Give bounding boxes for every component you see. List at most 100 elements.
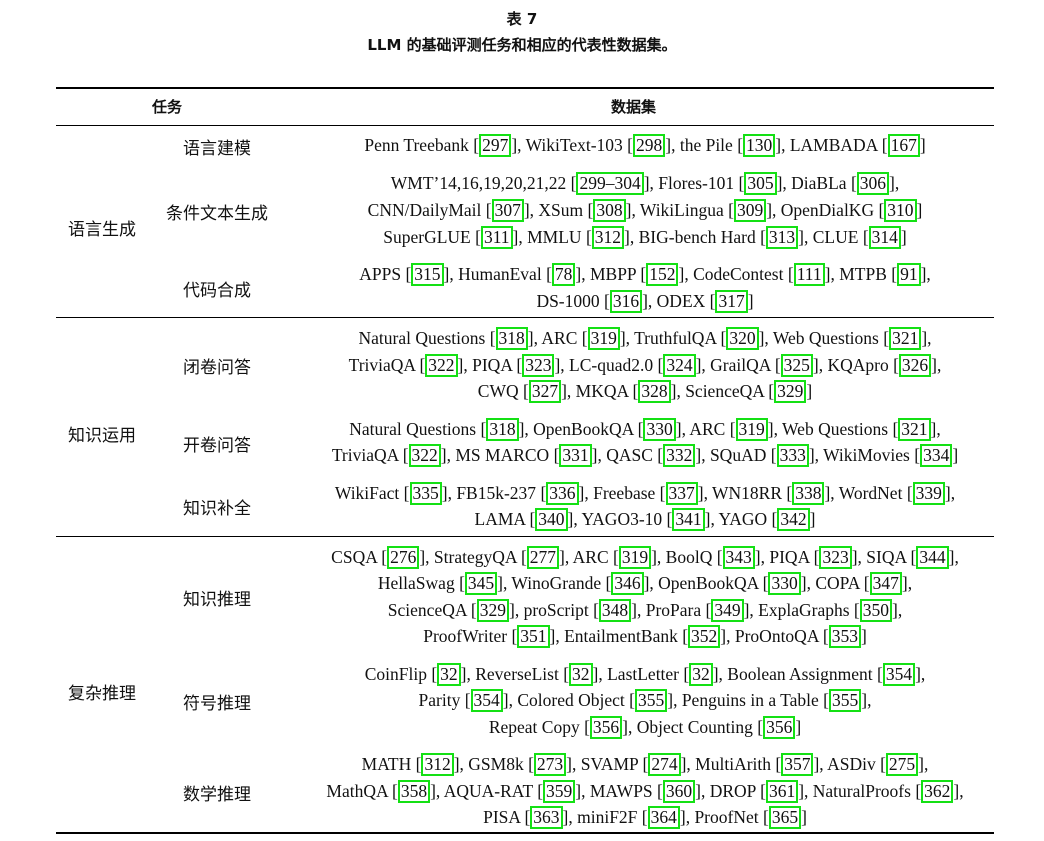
citation-link[interactable]: 309: [733, 199, 767, 222]
citation-link[interactable]: 299–304: [576, 172, 644, 195]
citation-link[interactable]: 312: [591, 226, 625, 249]
citation-link[interactable]: 333: [776, 444, 809, 467]
citation-link[interactable]: 152: [646, 263, 679, 286]
dataset-name: , CLUE: [804, 227, 863, 247]
citation-link[interactable]: 311: [480, 226, 513, 249]
citation-link[interactable]: 334: [920, 444, 953, 467]
citation-link[interactable]: 313: [765, 226, 799, 249]
citation-link[interactable]: 275: [885, 753, 919, 776]
citation-link[interactable]: 318: [486, 418, 519, 441]
citation-link[interactable]: 274: [648, 753, 681, 776]
citation-link[interactable]: 32: [689, 663, 713, 686]
citation-link[interactable]: 353: [828, 625, 861, 648]
citation-link[interactable]: 322: [408, 444, 441, 467]
citation-link[interactable]: 319: [587, 327, 620, 350]
citation-link[interactable]: 298: [633, 134, 666, 157]
citation-link[interactable]: 324: [663, 354, 696, 377]
citation-link[interactable]: 325: [780, 354, 813, 377]
citation-link[interactable]: 361: [765, 780, 799, 803]
citation-link[interactable]: 343: [722, 546, 755, 569]
citation-link[interactable]: 78: [551, 263, 576, 286]
citation-link[interactable]: 351: [517, 625, 550, 648]
citation-link[interactable]: 354: [882, 663, 916, 686]
citation-link[interactable]: 318: [495, 327, 528, 350]
citation-link[interactable]: 321: [889, 327, 922, 350]
citation-link[interactable]: 315: [411, 263, 444, 286]
citation-link[interactable]: 306: [856, 172, 890, 195]
citation-link[interactable]: 273: [533, 753, 567, 776]
citation-link[interactable]: 350: [859, 599, 892, 622]
citation-link[interactable]: 356: [589, 716, 623, 739]
citation-link[interactable]: 345: [464, 572, 498, 595]
dataset-name: MathQA: [326, 781, 393, 801]
dataset-name: , Colored Object: [508, 690, 630, 710]
dataset-name: , ASDiv: [819, 754, 881, 774]
citation-link[interactable]: 322: [425, 354, 458, 377]
citation-link[interactable]: 341: [672, 508, 705, 531]
citation-link[interactable]: 310: [884, 199, 917, 222]
citation-link[interactable]: 364: [647, 806, 680, 829]
citation-link[interactable]: 329: [476, 599, 509, 622]
citation-link[interactable]: 276: [387, 546, 420, 569]
citation-link[interactable]: 316: [609, 290, 643, 313]
citation-link[interactable]: 365: [768, 806, 802, 829]
citation-link[interactable]: 344: [916, 546, 949, 569]
citation-link[interactable]: 277: [526, 546, 560, 569]
citation-link[interactable]: 328: [638, 380, 671, 403]
citation-link[interactable]: 355: [634, 689, 668, 712]
citation-link[interactable]: 330: [768, 572, 801, 595]
citation-link[interactable]: 348: [598, 599, 632, 622]
citation-link[interactable]: 305: [744, 172, 777, 195]
dataset-name: ,: [959, 781, 964, 801]
citation-link[interactable]: 346: [611, 572, 644, 595]
dataset-name: PISA: [483, 807, 525, 827]
dataset-name: , CodeContest: [684, 264, 788, 284]
citation-link[interactable]: 307: [491, 199, 524, 222]
citation-link[interactable]: 327: [528, 380, 562, 403]
citation-link[interactable]: 355: [829, 689, 862, 712]
citation-link[interactable]: 323: [819, 546, 852, 569]
dataset-name: , YAGO3-10: [573, 509, 667, 529]
citation-link[interactable]: 340: [535, 508, 568, 531]
citation-link[interactable]: 349: [711, 599, 744, 622]
dataset-line: WMT’14,16,19,20,21,22 [299–304], Flores-…: [390, 172, 900, 195]
citation-link[interactable]: 326: [898, 354, 932, 377]
citation-link[interactable]: 358: [397, 780, 431, 803]
citation-link[interactable]: 357: [781, 753, 814, 776]
citation-link[interactable]: 130: [743, 134, 776, 157]
citation-link[interactable]: 329: [774, 380, 807, 403]
citation-link[interactable]: 32: [569, 663, 593, 686]
citation-link[interactable]: 320: [726, 327, 759, 350]
citation-link[interactable]: 167: [887, 134, 920, 157]
citation-link[interactable]: 352: [688, 625, 721, 648]
citation-link[interactable]: 319: [618, 546, 652, 569]
citation-link[interactable]: 319: [735, 418, 768, 441]
citation-link[interactable]: 339: [912, 482, 945, 505]
citation-link[interactable]: 337: [665, 482, 698, 505]
citation-link[interactable]: 111: [793, 263, 825, 286]
dataset-name: , ARC: [681, 419, 730, 439]
citation-link[interactable]: 338: [792, 482, 825, 505]
citation-link[interactable]: 314: [868, 226, 901, 249]
citation-link[interactable]: 335: [409, 482, 442, 505]
citation-link[interactable]: 342: [777, 508, 810, 531]
citation-link[interactable]: 297: [479, 134, 512, 157]
citation-link[interactable]: 32: [437, 663, 461, 686]
citation-link[interactable]: 360: [662, 780, 696, 803]
citation-link[interactable]: 317: [715, 290, 748, 313]
citation-link[interactable]: 91: [897, 263, 921, 286]
citation-link[interactable]: 330: [643, 418, 676, 441]
citation-link[interactable]: 308: [593, 199, 626, 222]
citation-link[interactable]: 359: [543, 780, 576, 803]
citation-link[interactable]: 356: [763, 716, 796, 739]
citation-link[interactable]: 347: [869, 572, 902, 595]
citation-link[interactable]: 323: [522, 354, 555, 377]
citation-link[interactable]: 363: [530, 806, 563, 829]
citation-link[interactable]: 362: [921, 780, 954, 803]
citation-link[interactable]: 331: [559, 444, 592, 467]
citation-link[interactable]: 312: [421, 753, 454, 776]
citation-link[interactable]: 354: [470, 689, 503, 712]
citation-link[interactable]: 336: [546, 482, 579, 505]
citation-link[interactable]: 321: [898, 418, 931, 441]
citation-link[interactable]: 332: [663, 444, 696, 467]
